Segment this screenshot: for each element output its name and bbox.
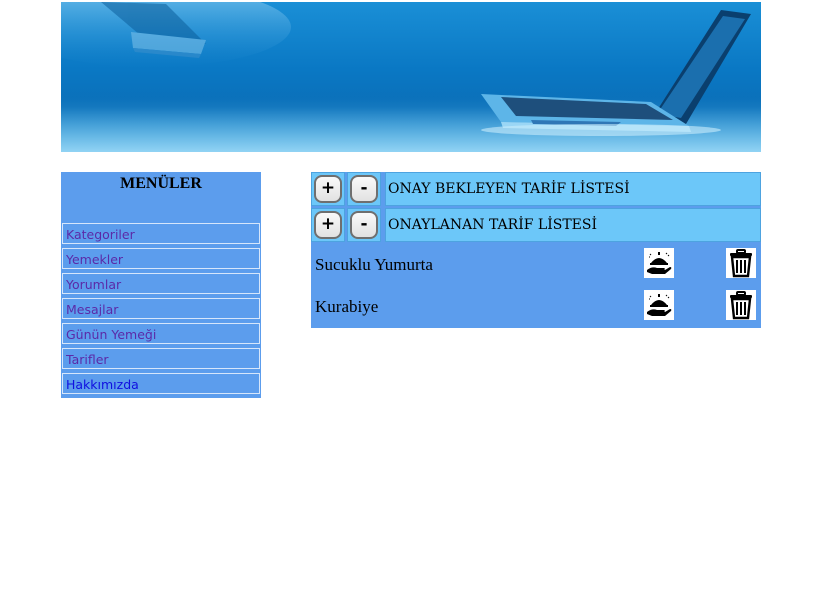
sidebar-item-yorumlar[interactable]: Yorumlar [62,273,260,294]
laptop-banner-image [61,2,761,152]
serve-dish-icon[interactable] [644,290,674,320]
trash-icon[interactable] [726,248,756,278]
sidebar-title: MENÜLER [120,175,202,192]
approved-recipes-header-row: + - ONAYLANAN TARİF LİSTESİ [311,208,761,242]
sidebar-menu: MENÜLER Kategoriler Yemekler Yorumlar Me… [61,172,261,398]
collapse-cell: - [347,172,381,206]
collapse-approved-button[interactable]: - [350,211,378,239]
collapse-cell: - [347,208,381,242]
sidebar-item-gunun-yemegi[interactable]: Günün Yemeği [62,323,260,344]
collapse-pending-button[interactable]: - [350,175,378,203]
header-banner [61,2,761,152]
expand-cell: + [311,172,345,206]
pending-recipes-header-row: + - ONAY BEKLEYEN TARİF LİSTESİ [311,172,761,206]
sidebar-item-mesajlar[interactable]: Mesajlar [62,298,260,319]
pending-recipes-title: ONAY BEKLEYEN TARİF LİSTESİ [385,172,761,206]
expand-approved-button[interactable]: + [314,211,342,239]
expand-pending-button[interactable]: + [314,175,342,203]
trash-icon[interactable] [726,290,756,320]
sidebar-item-kategoriler[interactable]: Kategoriler [62,223,260,244]
recipe-row: Sucuklu Yumurta [311,246,761,284]
approved-recipes-title: ONAYLANAN TARİF LİSTESİ [385,208,761,242]
sidebar-item-tarifler[interactable]: Tarifler [62,348,260,369]
sidebar-item-hakkimizda[interactable]: Hakkımızda [62,373,260,394]
expand-cell: + [311,208,345,242]
recipe-row: Kurabiye [311,288,761,326]
sidebar-item-yemekler[interactable]: Yemekler [62,248,260,269]
recipe-name: Sucuklu Yumurta [315,255,433,274]
recipe-list-panel: + - ONAY BEKLEYEN TARİF LİSTESİ + - ONAY… [311,172,761,328]
serve-dish-icon[interactable] [644,248,674,278]
recipe-name: Kurabiye [315,297,379,316]
